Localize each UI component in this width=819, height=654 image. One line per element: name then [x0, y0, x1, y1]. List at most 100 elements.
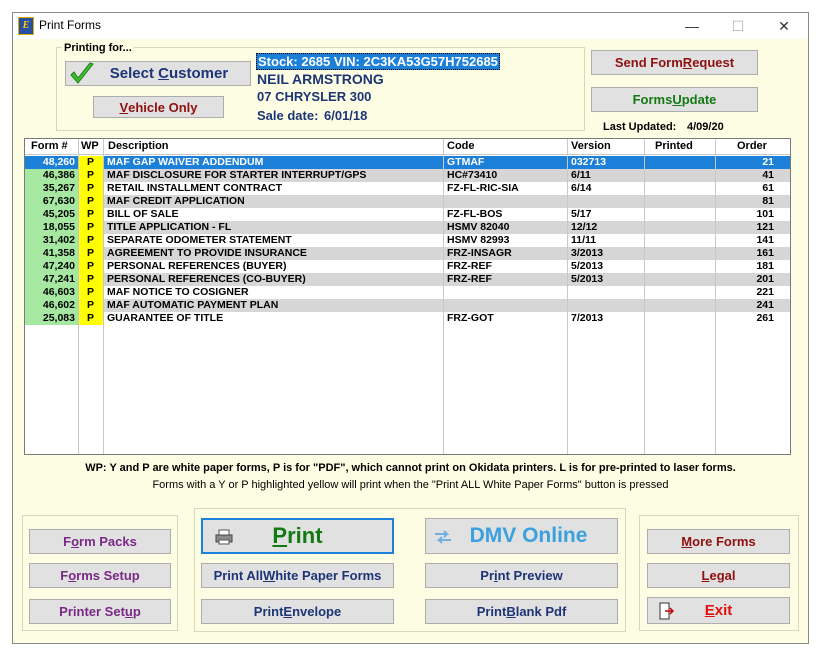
table-row[interactable]: 35,267 P RETAIL INSTALLMENT CONTRACT FZ-FL-…: [25, 182, 790, 195]
select-customer-button[interactable]: Select Customer: [65, 61, 251, 86]
cell-order: 181: [756, 260, 774, 272]
print-preview-button[interactable]: Pr i nt Preview: [425, 563, 618, 588]
cell-form: 18,055: [25, 221, 78, 234]
cell-description: MAF AUTOMATIC PAYMENT PLAN: [107, 299, 279, 311]
cell-printed: [645, 195, 715, 208]
select-customer-label: Select Customer: [109, 65, 229, 82]
column-header-wp[interactable]: WP: [81, 139, 99, 154]
print-all-white-paper-forms-button[interactable]: Print All White Paper Forms: [201, 563, 394, 588]
column-header-printed[interactable]: Printed: [655, 139, 693, 154]
table-row[interactable]: 67,630 P MAF CREDIT APPLICATION 81: [25, 195, 790, 208]
form-packs-button[interactable]: Fo rm Packs: [29, 529, 171, 554]
printer-icon: [215, 529, 233, 545]
stock-vin-text[interactable]: Stock: 2685 VIN: 2C3KA53G57H752685: [256, 53, 500, 70]
cell-order: 261: [756, 312, 774, 324]
cell-printed: [645, 247, 715, 260]
table-row[interactable]: 47,241 P PERSONAL REFERENCES (CO-BUYER) FRZ…: [25, 273, 790, 286]
cell-description: RETAIL INSTALLMENT CONTRACT: [107, 182, 282, 194]
cell-printed: [645, 221, 715, 234]
table-row[interactable]: 46,602 P MAF AUTOMATIC PAYMENT PLAN 241: [25, 299, 790, 312]
table-row[interactable]: 46,603 P MAF NOTICE TO COSIGNER 221: [25, 286, 790, 299]
forms-table[interactable]: Form # WP Description Code Version Print…: [24, 138, 791, 455]
cell-code: FZ-FL-BOS: [447, 208, 503, 220]
cell-description: TITLE APPLICATION - FL: [107, 221, 232, 233]
column-header-code[interactable]: Code: [447, 139, 475, 154]
vehicle-only-button[interactable]: Vehicle Only: [93, 96, 224, 118]
table-row[interactable]: 25,083 P GUARANTEE OF TITLE FRZ-GOT 7/2013 26…: [25, 312, 790, 325]
table-row[interactable]: 31,402 P SEPARATE ODOMETER STATEMENT HSMV 8…: [25, 234, 790, 247]
cell-order: 81: [762, 195, 774, 207]
close-button[interactable]: ✕: [761, 13, 807, 39]
cell-order: 21: [762, 156, 774, 168]
cell-code: FRZ-REF: [447, 273, 492, 285]
last-updated-label: Last Updated:: [603, 121, 677, 133]
cell-description: PERSONAL REFERENCES (CO-BUYER): [107, 273, 306, 285]
cell-code: [447, 299, 565, 312]
table-row[interactable]: 46,386 P MAF DISCLOSURE FOR STARTER INTERR…: [25, 169, 790, 182]
cell-form: 46,602: [25, 299, 78, 312]
send-form-request-button[interactable]: Send Form Request: [591, 50, 758, 75]
cell-form: 46,386: [25, 169, 78, 182]
cell-printed: [645, 234, 715, 247]
cell-description: AGREEMENT TO PROVIDE INSURANCE: [107, 247, 307, 259]
cell-code: HSMV 82993: [447, 234, 510, 246]
exit-door-icon: [659, 602, 674, 620]
cell-version: 6/14: [571, 182, 592, 194]
column-divider: [715, 139, 716, 454]
maximize-button[interactable]: ☐: [715, 13, 761, 39]
column-divider: [443, 139, 444, 454]
printing-for-label: Printing for...: [62, 42, 134, 54]
cell-printed: [645, 299, 715, 312]
sale-date-value: 6/01/18: [324, 108, 368, 123]
cell-order: 241: [756, 299, 774, 311]
print-blank-pdf-button[interactable]: Print Blank Pdf: [425, 599, 618, 624]
column-header-version[interactable]: Version: [571, 139, 611, 154]
exit-button[interactable]: Exit: [647, 597, 790, 624]
cell-form: 35,267: [25, 182, 78, 195]
cell-code: GTMAF: [447, 156, 485, 168]
cell-version: 12/12: [571, 221, 598, 233]
table-row[interactable]: 45,205 P BILL OF SALE FZ-FL-BOS 5/17 101: [25, 208, 790, 221]
cell-wp: P: [78, 234, 103, 247]
dmv-online-label: DMV Online: [469, 524, 588, 547]
cell-version: 3/2013: [571, 247, 604, 259]
cell-order: 41: [762, 169, 774, 181]
cell-version: 032713: [571, 156, 607, 168]
checkmark-icon: [70, 62, 94, 84]
cell-form: 45,205: [25, 208, 78, 221]
printer-setup-button[interactable]: Printer Set u p: [29, 599, 171, 624]
more-forms-button[interactable]: More Forms: [647, 529, 790, 554]
column-divider: [103, 139, 104, 454]
column-header-form-number[interactable]: Form #: [31, 139, 68, 154]
cell-code: FZ-FL-RIC-SIA: [447, 182, 519, 194]
table-row[interactable]: 18,055 P TITLE APPLICATION - FL HSMV 82040 1…: [25, 221, 790, 234]
column-divider: [567, 139, 568, 454]
forms-update-button[interactable]: Forms Update: [591, 87, 758, 112]
cell-form: 48,260: [25, 156, 78, 169]
cell-code: FRZ-REF: [447, 260, 492, 272]
customer-name: NEIL ARMSTRONG: [257, 71, 384, 87]
wp-legend-note: WP: Y and P are white paper forms, P is …: [85, 462, 736, 474]
cell-wp: P: [78, 260, 103, 273]
dmv-online-button[interactable]: DMV Online: [425, 518, 618, 554]
table-row[interactable]: 41,358 P AGREEMENT TO PROVIDE INSURANCE FRZ…: [25, 247, 790, 260]
column-header-description[interactable]: Description: [108, 139, 169, 154]
legal-button[interactable]: Legal: [647, 563, 790, 588]
cell-wp: P: [78, 156, 103, 169]
table-row[interactable]: 47,240 P PERSONAL REFERENCES (BUYER) FRZ-RE…: [25, 260, 790, 273]
cell-form: 67,630: [25, 195, 78, 208]
minimize-button[interactable]: —: [669, 13, 715, 39]
cell-code: [447, 195, 565, 208]
cell-wp: P: [78, 182, 103, 195]
white-paper-note: Forms with a Y or P highlighted yellow w…: [152, 479, 669, 491]
cell-description: MAF CREDIT APPLICATION: [107, 195, 245, 207]
cell-printed: [645, 208, 715, 221]
print-button[interactable]: Print: [201, 518, 394, 554]
column-header-order[interactable]: Order: [737, 139, 767, 154]
print-forms-window: E Print Forms — ☐ ✕ Printing for... Sele…: [12, 12, 809, 644]
print-envelope-button[interactable]: Print Envelope: [201, 599, 394, 624]
table-row[interactable]: 48,260 P MAF GAP WAIVER ADDENDUM GTMAF 03271…: [25, 156, 790, 169]
forms-setup-button[interactable]: Fo rms Setup: [29, 563, 171, 588]
column-divider: [644, 139, 645, 454]
cell-order: 141: [756, 234, 774, 246]
